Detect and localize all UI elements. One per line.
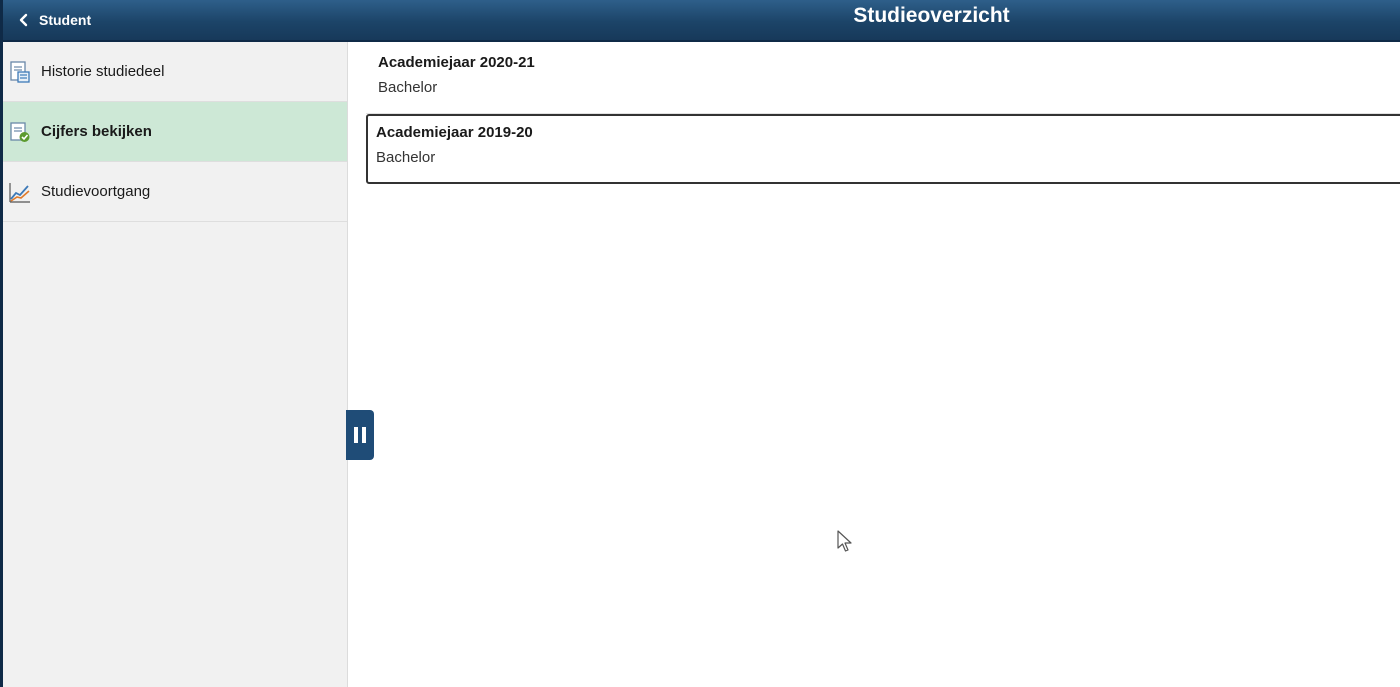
sidebar-item-studievoortgang[interactable]: Studievoortgang: [3, 162, 347, 222]
sidebar-item-cijfers-bekijken[interactable]: Cijfers bekijken: [3, 102, 347, 162]
card-title: Academiejaar 2019-20: [376, 124, 533, 141]
sidebar-item-historie-studiedeel[interactable]: Historie studiedeel: [3, 42, 347, 102]
academic-year-card-2020-21[interactable]: Academiejaar 2020-21 Bachelor: [366, 44, 1400, 114]
sidebar-item-label: Historie studiedeel: [41, 63, 165, 80]
card-title: Academiejaar 2020-21: [378, 54, 535, 71]
sidebar-item-label: Cijfers bekijken: [41, 123, 152, 140]
header-bar: Student Studieoverzicht: [3, 0, 1400, 42]
grades-icon: [7, 119, 33, 145]
sidebar: Historie studiedeel Cijfers bekijken Stu…: [3, 42, 348, 687]
document-list-icon: [7, 59, 33, 85]
sidebar-item-label: Studievoortgang: [41, 183, 151, 200]
app-window: Student Studieoverzicht Historie studied…: [0, 0, 1400, 687]
card-subtitle: Bachelor: [376, 149, 436, 166]
line-chart-icon: [7, 179, 33, 205]
main-content: Academiejaar 2020-21 Bachelor Academieja…: [349, 42, 1400, 687]
page-title: Studieoverzicht: [853, 4, 1010, 27]
mouse-pointer-icon: [837, 530, 852, 552]
academic-year-card-2019-20[interactable]: Academiejaar 2019-20 Bachelor: [366, 114, 1400, 184]
card-subtitle: Bachelor: [378, 79, 438, 96]
